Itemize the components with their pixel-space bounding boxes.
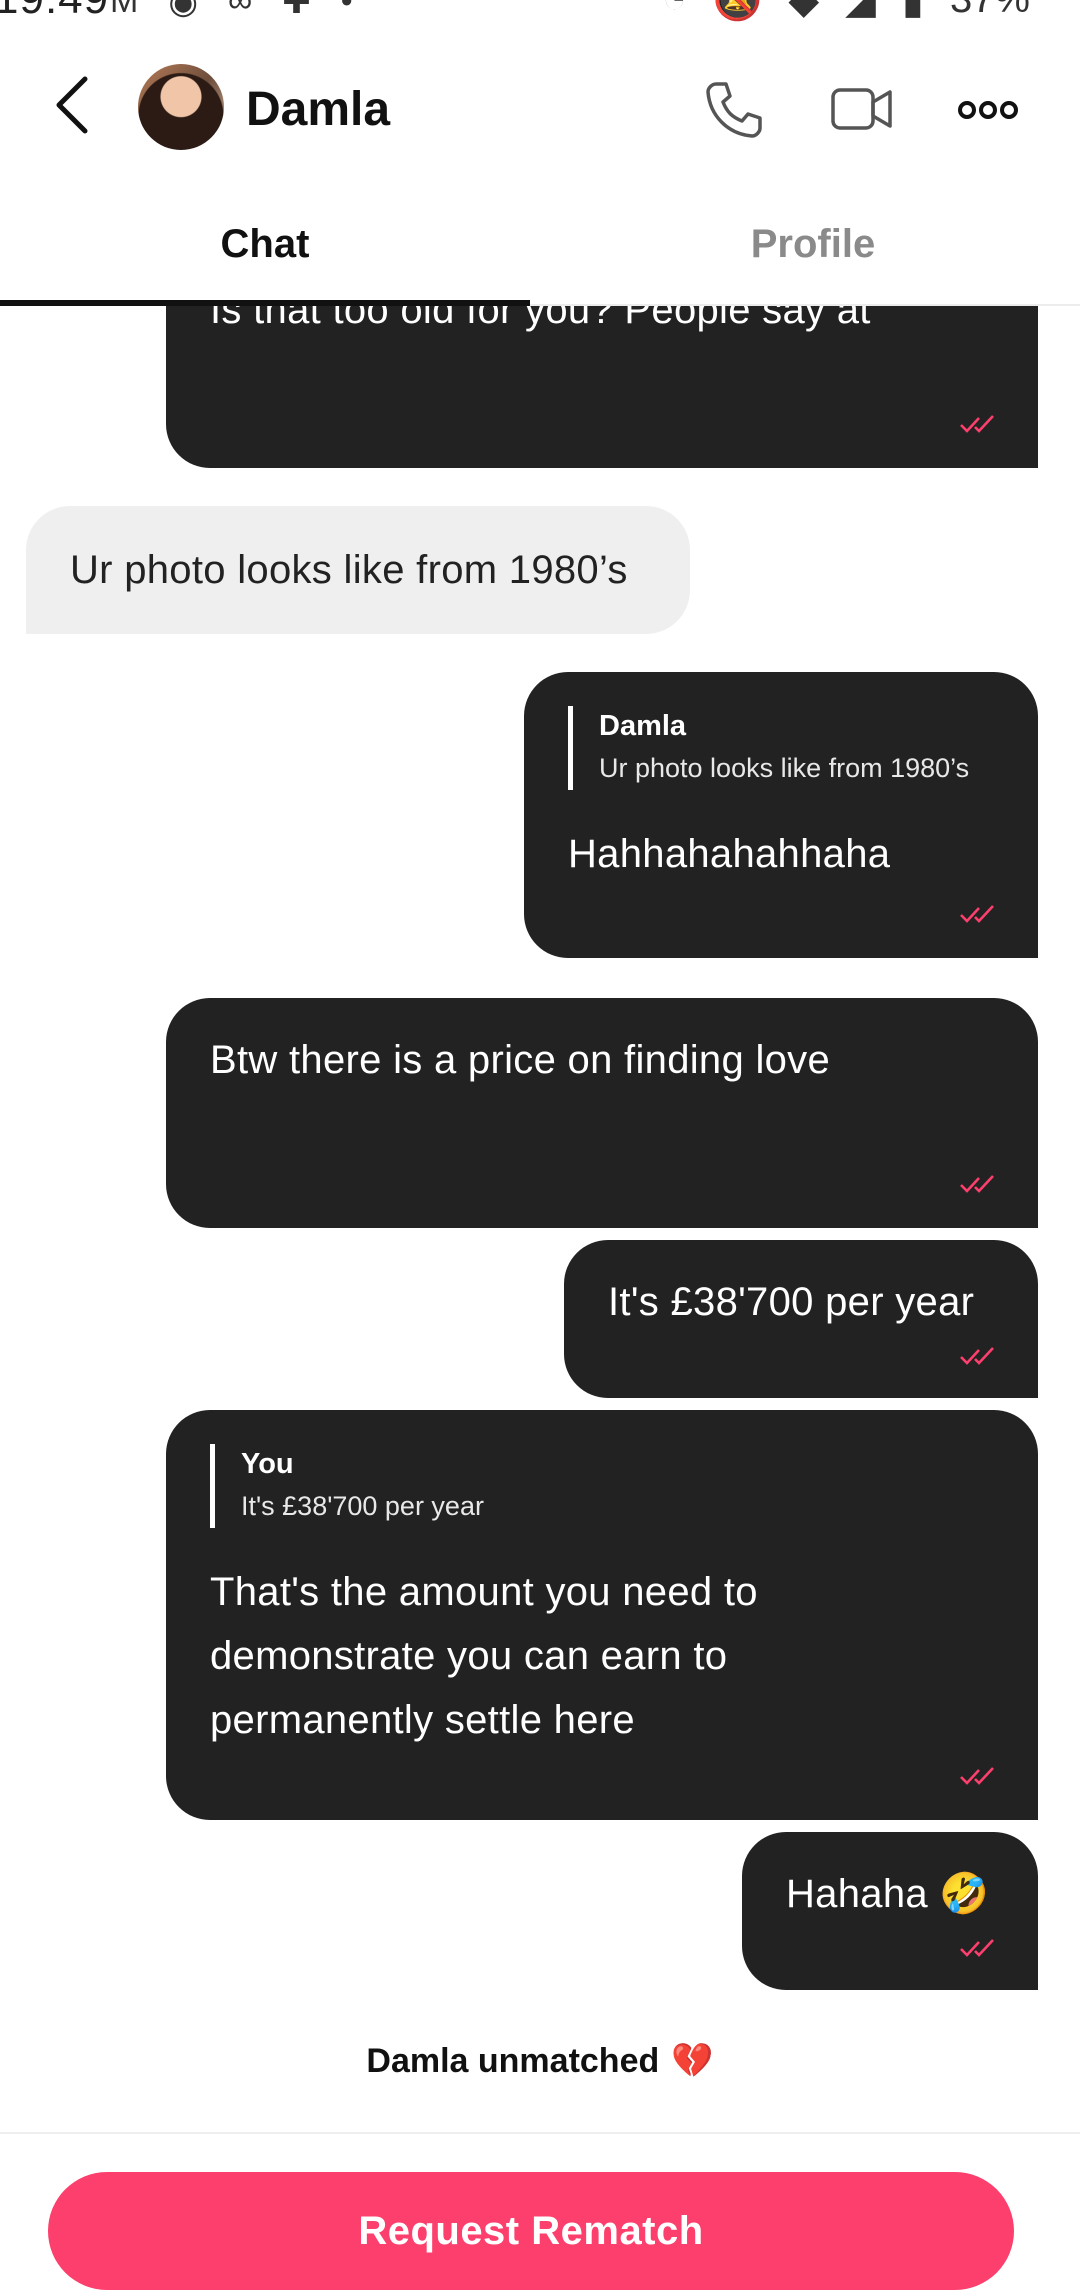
battery-icon: ▮ xyxy=(902,0,924,23)
mute-icon: 🔕 xyxy=(712,0,763,22)
tab-profile[interactable]: Profile xyxy=(548,184,1078,304)
message-bubble-outgoing[interactable]: Btw there is a price on finding love xyxy=(166,998,1038,1228)
message-text: Hahhahahahhaha xyxy=(568,832,891,876)
request-rematch-button[interactable]: Request Rematch xyxy=(48,2172,1014,2290)
video-camera-icon xyxy=(831,88,892,130)
more-options-button[interactable] xyxy=(958,98,1018,122)
contact-name[interactable]: Damla xyxy=(246,82,390,137)
status-right-icons: ◔ 🔕 ◆ ◢ ▮ 37% xyxy=(662,0,1030,23)
unmatched-notice: Damla unmatched 💔 xyxy=(0,2026,1080,2096)
tab-chat[interactable]: Chat xyxy=(0,184,530,304)
message-bubble-outgoing[interactable]: Hahaha 🤣 xyxy=(742,1832,1038,1990)
message-text: Ur photo looks like from 1980’s xyxy=(70,548,628,592)
shield-icon: ◉ xyxy=(168,0,198,21)
quote-text: It's £38'700 per year xyxy=(241,1491,484,1521)
voice-call-button[interactable] xyxy=(702,78,764,140)
message-text: That's the amount you need to demonstrat… xyxy=(210,1570,758,1742)
message-bubble-outgoing-reply[interactable]: Damla Ur photo looks like from 1980’s Ha… xyxy=(524,672,1038,958)
gmail-icon: M xyxy=(110,0,139,20)
battery-level: 37% xyxy=(950,0,1030,22)
signal-icon: ◢ xyxy=(845,0,876,23)
quoted-message[interactable]: Damla Ur photo looks like from 1980’s xyxy=(568,706,998,790)
read-receipt-icon xyxy=(960,905,994,923)
unmatched-text: Damla unmatched xyxy=(366,2041,660,2080)
video-call-button[interactable] xyxy=(830,80,894,138)
wifi-icon: ◆ xyxy=(788,0,819,23)
message-text: It's £38'700 per year xyxy=(608,1280,975,1324)
message-text: Btw there is a price on finding love xyxy=(210,1038,831,1082)
message-text: Hahaha 🤣 xyxy=(786,1872,990,1916)
broken-heart-icon: 💔 xyxy=(671,2042,714,2080)
phone-icon xyxy=(706,82,762,138)
back-button[interactable] xyxy=(44,72,100,138)
quote-author: You xyxy=(241,1448,294,1480)
avatar[interactable] xyxy=(138,64,224,150)
read-receipt-icon xyxy=(960,415,994,433)
quote-author: Damla xyxy=(599,710,687,742)
status-bar: 19:49 M ◉ ∞ ✚ • ◔ 🔕 ◆ ◢ ▮ 37% xyxy=(0,0,1080,28)
more-options-icon xyxy=(958,101,1018,119)
dot-icon: • xyxy=(340,0,353,20)
message-bubble-outgoing-reply[interactable]: You It's £38'700 per year That's the amo… xyxy=(166,1410,1038,1820)
status-time: 19:49 xyxy=(0,0,109,24)
voicemail-icon: ∞ xyxy=(228,0,253,20)
read-receipt-icon xyxy=(960,1939,994,1957)
read-receipt-icon xyxy=(960,1767,994,1785)
message-bubble-outgoing[interactable]: Is that too old for you? People say at xyxy=(166,306,1038,468)
tab-bar: Chat Profile xyxy=(0,184,1080,306)
slack-icon: ✚ xyxy=(282,0,311,21)
status-notification-icons: M ◉ ∞ ✚ • xyxy=(110,0,353,22)
read-receipt-icon xyxy=(960,1347,994,1365)
message-bubble-incoming[interactable]: Ur photo looks like from 1980’s xyxy=(26,506,690,634)
divider xyxy=(0,2132,1080,2134)
back-arrow-icon xyxy=(56,76,88,134)
alarm-icon: ◔ xyxy=(662,0,686,22)
message-text: Is that too old for you? People say at xyxy=(210,306,871,332)
quoted-message[interactable]: You It's £38'700 per year xyxy=(210,1444,918,1528)
quote-text: Ur photo looks like from 1980’s xyxy=(599,753,970,783)
message-list[interactable]: Is that too old for you? People say at U… xyxy=(0,306,1080,2126)
message-bubble-outgoing[interactable]: It's £38'700 per year xyxy=(564,1240,1038,1398)
read-receipt-icon xyxy=(960,1175,994,1193)
chat-header: Damla xyxy=(0,28,1080,184)
